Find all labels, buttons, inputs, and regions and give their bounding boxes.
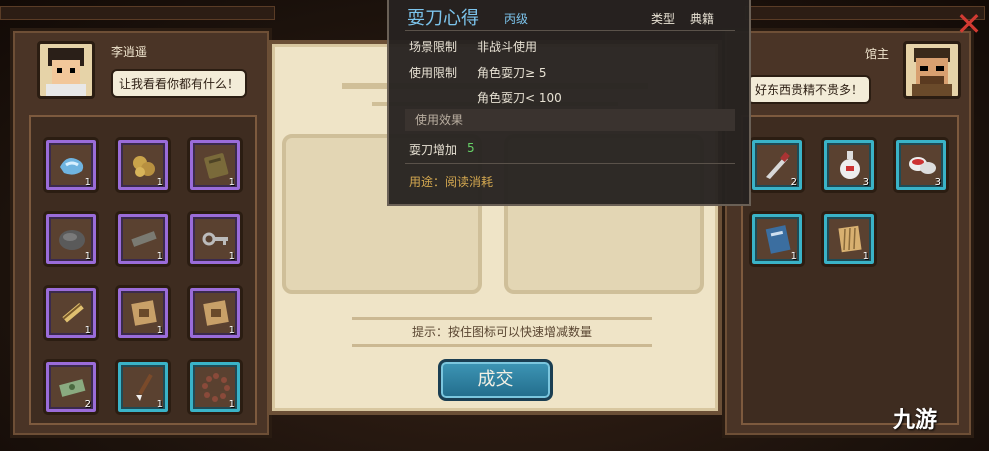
inv-slot-tablet[interactable]: 1 xyxy=(187,137,243,193)
player-avatar xyxy=(37,41,95,99)
iron-ore-icon xyxy=(59,230,85,250)
close-icon[interactable]: ✕ xyxy=(953,8,985,40)
banknote-icon xyxy=(59,379,86,397)
inv-slot-gold-nuggets[interactable]: 1 xyxy=(115,137,171,193)
shopkeeper-speech: 好东西贵精不贵多！ xyxy=(747,75,872,104)
tooltip-scene-value: 非战斗使用 xyxy=(477,40,538,54)
inv-slot-iron-ore[interactable]: 1 xyxy=(43,211,99,267)
shopkeeper-panel: 馆主 好东西贵精不贵多！ 2 3 3 1 1 xyxy=(722,28,974,438)
iron-bar-icon xyxy=(131,231,157,247)
tooltip-effect-value: 5 xyxy=(467,141,475,155)
tooltip-effect-header: 使用效果 xyxy=(405,109,735,131)
rouge-box-icon xyxy=(909,157,936,174)
item-tooltip: 耍刀心得 丙级 类型 典籍 场景限制 非战斗使用 使用限制 角色耍刀≥ 5 角色… xyxy=(387,0,751,206)
tooltip-effect-label: 耍刀增加 xyxy=(409,143,458,157)
map-icon xyxy=(203,300,229,326)
player-speech: 让我看看你都有什么！ xyxy=(111,69,248,98)
map-icon xyxy=(131,300,157,326)
shop-inventory: 2 3 3 1 1 xyxy=(741,115,959,425)
shopkeeper-avatar xyxy=(903,41,961,99)
dagger-icon xyxy=(766,152,790,179)
scarf-icon xyxy=(60,158,84,175)
rafter-left xyxy=(0,6,275,20)
player-name: 李逍遥 xyxy=(111,45,148,59)
prayer-beads-icon xyxy=(202,373,230,402)
scroll-icon xyxy=(62,302,84,323)
tooltip-item-grade: 丙级 xyxy=(504,12,529,26)
inv-slot-beads[interactable]: 1 xyxy=(187,359,243,415)
inv-slot-map-a[interactable]: 1 xyxy=(115,285,171,341)
rafter-right xyxy=(745,6,985,20)
player-inventory: 1 1 1 1 1 1 1 1 1 2 1 1 xyxy=(29,115,257,425)
shop-slot-rouge[interactable]: 3 xyxy=(893,137,949,193)
inv-slot-scroll[interactable]: 1 xyxy=(43,285,99,341)
inv-slot-map-b[interactable]: 1 xyxy=(187,285,243,341)
tooltip-divider xyxy=(405,30,735,31)
shop-slot-dagger[interactable]: 2 xyxy=(749,137,805,193)
tooltip-divider-2 xyxy=(405,163,735,164)
tooltip-use-value-1: 角色耍刀≥ 5 xyxy=(477,66,547,80)
bamboo-scroll-icon xyxy=(838,225,862,253)
deal-button[interactable]: 成交 xyxy=(438,359,553,401)
book-icon xyxy=(765,225,791,254)
wine-jar-icon xyxy=(840,151,860,179)
tooltip-usage: 用途：阅读消耗 xyxy=(409,175,494,189)
tooltip-use-label: 使用限制 xyxy=(409,66,458,80)
tooltip-type-label: 类型 xyxy=(651,12,676,26)
inv-slot-money[interactable]: 2 xyxy=(43,359,99,415)
tooltip-type-value: 典籍 xyxy=(690,12,715,26)
tooltip-scene-label: 场景限制 xyxy=(409,40,458,54)
inv-slot-brush[interactable]: 1 xyxy=(115,359,171,415)
key-icon xyxy=(202,232,228,246)
brush-icon xyxy=(136,373,153,401)
shop-slot-scroll[interactable]: 1 xyxy=(821,211,877,267)
inv-slot-key[interactable]: 1 xyxy=(187,211,243,267)
tooltip-item-name: 耍刀心得 xyxy=(407,8,479,29)
gold-nugget-icon xyxy=(133,156,155,177)
player-panel: 李逍遥 让我看看你都有什么！ 1 1 1 1 1 1 1 1 1 2 1 1 xyxy=(10,28,272,438)
inv-slot-scarf[interactable]: 1 xyxy=(43,137,99,193)
hint-banner: 提示：按住图标可以快速增减数量 xyxy=(352,317,652,347)
shop-slot-wine-jar[interactable]: 3 xyxy=(821,137,877,193)
tooltip-use-value-2: 角色耍刀< 100 xyxy=(477,91,562,105)
shopkeeper-name: 馆主 xyxy=(865,47,890,61)
stone-tablet-icon xyxy=(204,153,229,179)
watermark-logo: 九游 xyxy=(893,408,938,433)
inv-slot-iron-bar[interactable]: 1 xyxy=(115,211,171,267)
shop-slot-book[interactable]: 1 xyxy=(749,211,805,267)
